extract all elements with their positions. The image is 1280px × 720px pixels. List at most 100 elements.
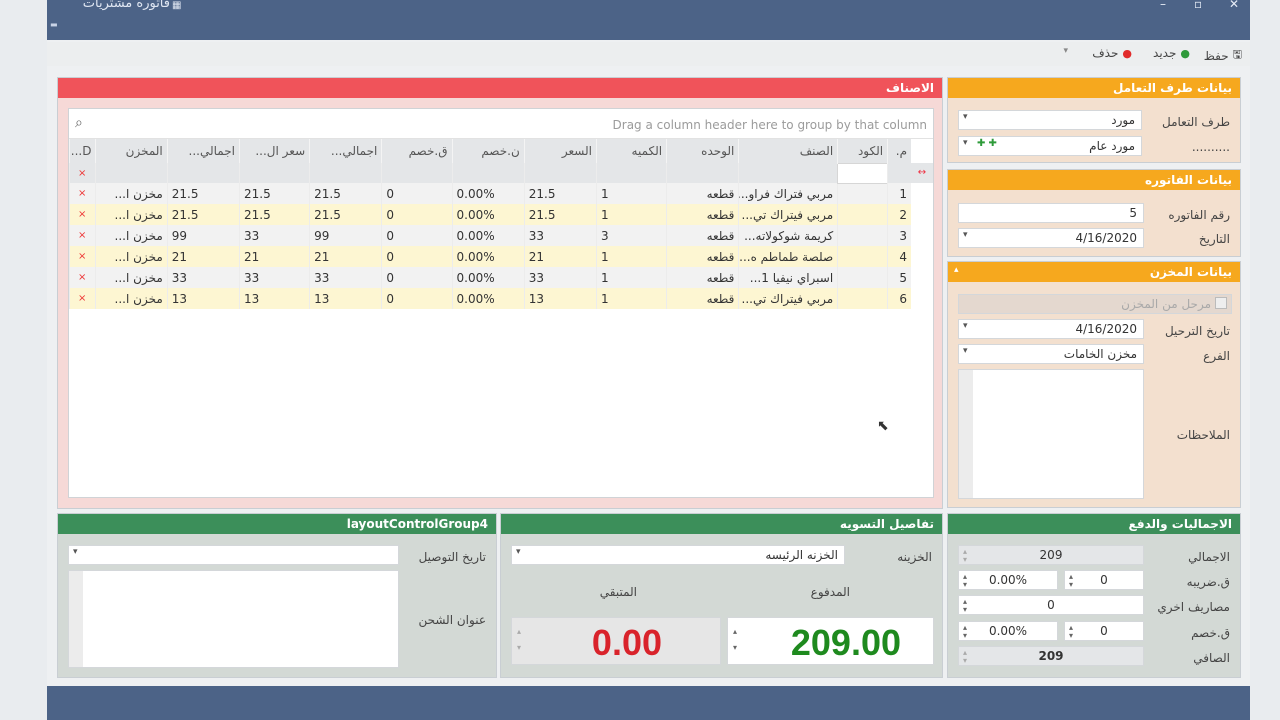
spinner-icon[interactable]: ▴ ▾ xyxy=(963,624,967,640)
delete-button[interactable]: ● حذف xyxy=(1092,46,1132,60)
discount-percent-input[interactable]: ▴ ▾ 0.00% xyxy=(958,621,1058,641)
minimize-button[interactable]: – xyxy=(1160,0,1166,11)
table-cell[interactable]: 33 xyxy=(523,267,597,288)
table-cell[interactable]: مربي فيتراك تي... xyxy=(738,288,838,309)
tax-percent-input[interactable]: ▴ ▾ 0.00% xyxy=(958,570,1058,590)
checkbox-box[interactable] xyxy=(1215,297,1227,309)
table-cell[interactable]: 99 xyxy=(309,225,382,246)
table-cell[interactable]: 33 xyxy=(238,225,310,246)
table-cell[interactable]: مربي فيتراك تي... xyxy=(738,204,838,225)
address-scrollbar[interactable] xyxy=(69,571,83,667)
table-cell[interactable] xyxy=(837,246,888,267)
table-cell[interactable]: 21.5 xyxy=(166,183,240,204)
notes-textarea[interactable] xyxy=(958,369,1144,499)
table-cell[interactable]: صلصة طماطم ه... xyxy=(738,246,838,267)
col-header[interactable]: ق.خصم xyxy=(381,139,452,163)
col-header[interactable]: الكود xyxy=(837,139,888,163)
col-header[interactable]: السعر xyxy=(523,139,597,163)
other-expenses-input[interactable]: ▴ ▾ 0 xyxy=(958,595,1144,615)
table-row[interactable]: 1 مربي فتراك فراو... قطعه 1 21.5 0.00% 0 21.5 21… xyxy=(69,183,911,204)
table-cell[interactable]: مربي فتراك فراو... xyxy=(738,183,838,204)
table-cell[interactable]: 21.5 xyxy=(238,183,310,204)
table-cell[interactable]: 4 xyxy=(887,246,911,267)
party-name-select[interactable]: ▾ ✚ ✚ مورد عام xyxy=(958,136,1142,156)
discount-amount-input[interactable]: ▴ ▾ 0 xyxy=(1064,621,1144,641)
table-cell[interactable]: قطعه xyxy=(666,246,739,267)
table-cell[interactable]: 0.00% xyxy=(451,246,525,267)
branch-select[interactable]: ▾ مخزن الخامات xyxy=(958,344,1144,364)
table-cell[interactable]: 21 xyxy=(238,246,310,267)
table-row[interactable]: 3 كريمة شوكولاته... قطعه 3 33 0.00% 0 99 33 99 مخز… xyxy=(69,225,911,246)
table-cell[interactable]: قطعه xyxy=(666,183,739,204)
table-cell[interactable]: 0 xyxy=(381,267,452,288)
table-cell[interactable]: 1 xyxy=(595,288,667,309)
treasury-select[interactable]: ▾ الخزنه الرئيسه xyxy=(511,545,845,565)
spinner-icon[interactable]: ▴ ▾ xyxy=(1069,573,1073,589)
table-cell[interactable]: 1 xyxy=(595,204,667,225)
table-cell[interactable] xyxy=(837,204,888,225)
delete-row-icon[interactable]: × xyxy=(69,225,95,246)
table-cell[interactable]: اسبراي نيفيا 1... xyxy=(738,267,838,288)
col-header[interactable]: الصنف xyxy=(738,139,838,163)
paid-spinner-icon[interactable]: ▴ ▾ xyxy=(733,628,737,652)
table-cell[interactable] xyxy=(837,267,888,288)
table-cell[interactable]: مخزن ا... xyxy=(94,267,168,288)
collapse-icon[interactable]: ▴ xyxy=(954,265,959,275)
invoice-date-picker[interactable]: ▾ 4/16/2020 xyxy=(958,228,1144,248)
table-row[interactable]: 6 مربي فيتراك تي... قطعه 1 13 0.00% 0 13 13 13 مخز… xyxy=(69,288,911,309)
table-cell[interactable] xyxy=(837,288,888,309)
posted-from-store-checkbox[interactable]: مرحل من المخزن xyxy=(958,294,1232,314)
table-cell[interactable]: مخزن ا... xyxy=(94,204,168,225)
table-cell[interactable]: 1 xyxy=(595,267,667,288)
invoice-number-input[interactable]: 5 xyxy=(958,203,1144,223)
tax-amount-input[interactable]: ▴ ▾ 0 xyxy=(1064,570,1144,590)
table-cell[interactable] xyxy=(837,183,888,204)
col-header[interactable]: سعر ال... xyxy=(238,139,310,163)
table-cell[interactable]: 13 xyxy=(238,288,310,309)
table-cell[interactable]: 0 xyxy=(381,246,452,267)
paid-amount-input[interactable]: ▴ ▾ 209.00 xyxy=(727,617,934,665)
table-cell[interactable]: 21.5 xyxy=(238,204,310,225)
col-header[interactable]: اجمالي... xyxy=(309,139,382,163)
table-cell[interactable]: 0 xyxy=(381,288,452,309)
table-cell[interactable]: 1 xyxy=(595,246,667,267)
new-item-row[interactable]: × xyxy=(69,162,911,184)
table-cell[interactable]: 0.00% xyxy=(451,225,525,246)
toolbar-dropdown-icon[interactable]: ▾ xyxy=(1063,46,1068,56)
col-header[interactable]: الكميه xyxy=(595,139,667,163)
table-cell[interactable]: مخزن ا... xyxy=(94,183,168,204)
table-cell[interactable]: 99 xyxy=(166,225,240,246)
col-header[interactable]: اجمالي... xyxy=(166,139,240,163)
post-date-picker[interactable]: ▾ 4/16/2020 xyxy=(958,319,1144,339)
group-panel[interactable]: Drag a column header here to group by th… xyxy=(69,109,933,139)
delete-row-icon[interactable]: × xyxy=(69,183,95,204)
table-cell[interactable]: قطعه xyxy=(666,288,739,309)
table-cell[interactable]: 0 xyxy=(381,183,452,204)
col-header[interactable]: م. xyxy=(887,139,911,163)
quick-access-icon[interactable]: ▬ xyxy=(50,20,58,29)
table-cell[interactable]: 21.5 xyxy=(309,204,382,225)
table-cell[interactable]: 0 xyxy=(381,204,452,225)
table-row[interactable]: 4 صلصة طماطم ه... قطعه 1 21 0.00% 0 21 21 21 مخزن … xyxy=(69,246,911,267)
table-cell[interactable]: قطعه xyxy=(666,225,739,246)
spinner-icon[interactable]: ▴ ▾ xyxy=(963,598,967,614)
table-cell[interactable]: 21.5 xyxy=(166,204,240,225)
notes-scrollbar[interactable] xyxy=(959,370,973,498)
col-header[interactable]: المخزن xyxy=(94,139,168,163)
delivery-date-picker[interactable]: ▾ xyxy=(68,545,399,565)
table-cell[interactable]: قطعه xyxy=(666,204,739,225)
shipping-address-textarea[interactable] xyxy=(68,570,399,668)
delete-row-icon[interactable]: × xyxy=(69,246,95,267)
col-header[interactable]: ن.خصم xyxy=(451,139,525,163)
delete-row-icon[interactable]: × xyxy=(69,163,95,183)
table-cell[interactable]: 21 xyxy=(309,246,382,267)
close-button[interactable]: ✕ xyxy=(1229,0,1239,11)
table-cell[interactable]: كريمة شوكولاته... xyxy=(738,225,838,246)
col-header[interactable]: الوحده xyxy=(666,139,739,163)
table-cell[interactable]: مخزن ا... xyxy=(94,225,168,246)
table-cell[interactable]: 6 xyxy=(887,288,911,309)
delete-row-icon[interactable]: × xyxy=(69,267,95,288)
party-type-select[interactable]: ▾ مورد xyxy=(958,110,1142,130)
table-cell[interactable]: 13 xyxy=(166,288,240,309)
table-cell[interactable]: 0.00% xyxy=(451,204,525,225)
